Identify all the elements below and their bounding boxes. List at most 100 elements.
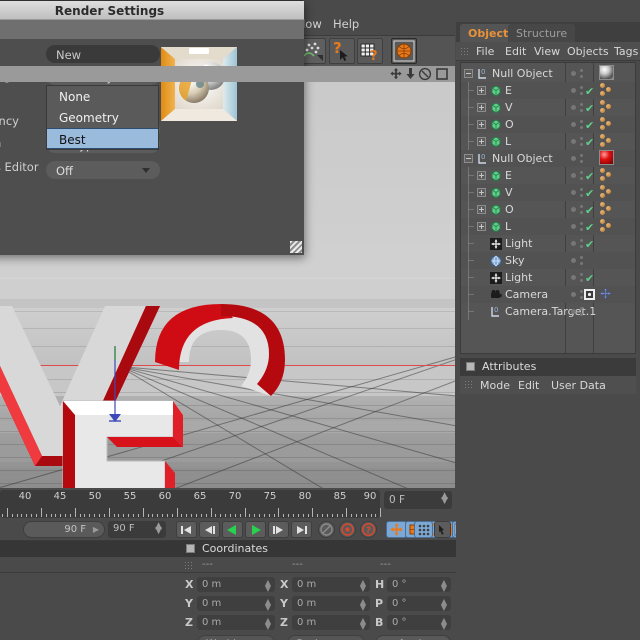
object-row[interactable]: Sky <box>461 252 636 269</box>
range-end-spinner[interactable]: ▲▼ <box>155 524 162 534</box>
expand-toggle-icon[interactable] <box>477 222 486 231</box>
position-key-icon[interactable] <box>386 521 407 538</box>
visibility-render-dot-bottom[interactable] <box>580 279 583 282</box>
coord-size-x-field[interactable]: 0 m ▲▼ <box>292 577 370 592</box>
play-forward-icon[interactable] <box>245 521 266 538</box>
coord-size-x-spinner[interactable]: ▲▼ <box>360 580 366 592</box>
attributes-menu-userdata[interactable]: User Data <box>551 379 606 392</box>
visibility-render-dot-top[interactable] <box>580 120 583 123</box>
coord-pos-x-spinner[interactable]: ▲▼ <box>265 580 271 592</box>
tag-dot-icon[interactable] <box>600 134 605 139</box>
viewport-axis-handle[interactable] <box>95 346 135 436</box>
coord-pos-y-spinner[interactable]: ▲▼ <box>265 599 271 611</box>
option-geometry[interactable]: Geometry <box>47 107 158 128</box>
preset-name-field[interactable]: New <box>46 45 160 63</box>
coord-size-z-field[interactable]: 0 m ▲▼ <box>292 615 370 630</box>
autokey-icon[interactable] <box>318 521 335 538</box>
material-tag-icon[interactable] <box>599 150 614 165</box>
visibility-render-dot-bottom[interactable] <box>580 211 583 214</box>
record-selected-icon[interactable]: ? <box>360 521 377 538</box>
coord-rot-b-spinner[interactable]: ▲▼ <box>441 618 447 630</box>
coord-pos-x-field[interactable]: 0 m ▲▼ <box>197 577 275 592</box>
visibility-render-dot-bottom[interactable] <box>580 143 583 146</box>
visibility-render-dot-bottom[interactable] <box>580 92 583 95</box>
visibility-render-dot-top[interactable] <box>580 137 583 140</box>
tag-dot-icon[interactable] <box>600 108 605 113</box>
visibility-editor-dot[interactable] <box>571 292 576 297</box>
visibility-editor-dot[interactable] <box>571 139 576 144</box>
tag-dot-icon[interactable] <box>606 138 611 143</box>
point-key-icon[interactable] <box>434 521 451 538</box>
globe-render-icon[interactable] <box>391 38 417 64</box>
tag-dot-icon[interactable] <box>600 100 605 105</box>
expand-toggle-icon[interactable] <box>477 188 486 197</box>
object-row[interactable]: L✔ <box>461 133 636 150</box>
coordinates-grip-icon[interactable] <box>184 561 193 570</box>
collapse-toggle-icon[interactable] <box>464 69 473 78</box>
visibility-render-dot-top[interactable] <box>580 86 583 89</box>
object-row[interactable]: Camera <box>461 286 636 303</box>
render-settings-dialog[interactable]: Render Settings sing rency on As Editor … <box>0 0 303 255</box>
visibility-editor-dot[interactable] <box>571 258 576 263</box>
object-row[interactable]: 0Camera.Target.1 <box>461 303 636 320</box>
tag-dot-icon[interactable] <box>600 210 605 215</box>
visibility-render-dot-bottom[interactable] <box>580 313 583 316</box>
object-row[interactable]: O✔ <box>461 201 636 218</box>
visibility-render-dot-bottom[interactable] <box>580 109 583 112</box>
visibility-editor-dot[interactable] <box>571 190 576 195</box>
enabled-check-icon[interactable]: ✔ <box>585 222 594 233</box>
visibility-render-dot-bottom[interactable] <box>580 194 583 197</box>
object-row[interactable]: 0Null Object <box>461 150 636 167</box>
expand-toggle-icon[interactable] <box>477 86 486 95</box>
visibility-editor-dot[interactable] <box>571 156 576 161</box>
visibility-editor-dot[interactable] <box>571 122 576 127</box>
visibility-editor-dot[interactable] <box>571 105 576 110</box>
tag-dot-icon[interactable] <box>600 91 605 96</box>
coordinate-mode-dropdown[interactable]: Scale <box>287 635 365 640</box>
coord-rot-h-spinner[interactable]: ▲▼ <box>441 580 447 592</box>
collapse-toggle-icon[interactable] <box>464 154 473 163</box>
visibility-render-dot-top[interactable] <box>580 171 583 174</box>
expand-toggle-icon[interactable] <box>477 205 486 214</box>
current-frame-field[interactable]: 0 F ▲▼ <box>384 491 452 509</box>
coordinates-collapse-icon[interactable] <box>186 544 195 553</box>
object-row[interactable]: V✔ <box>461 99 636 116</box>
expand-toggle-icon[interactable] <box>477 120 486 129</box>
objects-menu-edit[interactable]: Edit <box>505 45 526 58</box>
object-row[interactable]: Light✔ <box>461 269 636 286</box>
tag-dot-icon[interactable] <box>600 193 605 198</box>
step-back-icon[interactable] <box>199 521 220 538</box>
visibility-render-dot-top[interactable] <box>580 154 583 157</box>
visibility-render-dot-bottom[interactable] <box>580 177 583 180</box>
expand-toggle-icon[interactable] <box>477 137 486 146</box>
objects-menu-file[interactable]: File <box>476 45 494 58</box>
coord-pos-z-field[interactable]: 0 m ▲▼ <box>197 615 275 630</box>
tag-dot-icon[interactable] <box>600 219 605 224</box>
menu-help[interactable]: Help <box>333 17 359 31</box>
visibility-editor-dot[interactable] <box>571 224 576 229</box>
expand-toggle-icon[interactable] <box>477 103 486 112</box>
visibility-render-dot-top[interactable] <box>580 69 583 72</box>
visibility-render-dot-bottom[interactable] <box>580 75 583 78</box>
visibility-editor-dot[interactable] <box>571 71 576 76</box>
object-row[interactable]: Light✔ <box>461 235 636 252</box>
go-to-end-icon[interactable] <box>291 521 312 538</box>
visibility-editor-dot[interactable] <box>571 275 576 280</box>
visibility-render-dot-top[interactable] <box>580 290 583 293</box>
object-row[interactable]: E✔ <box>461 82 636 99</box>
coord-rot-b-field[interactable]: 0 ° ▲▼ <box>387 615 451 630</box>
coord-size-y-spinner[interactable]: ▲▼ <box>360 599 366 611</box>
visibility-editor-dot[interactable] <box>571 241 576 246</box>
current-frame-spinner[interactable]: ▲▼ <box>441 494 448 504</box>
step-forward-icon[interactable] <box>268 521 289 538</box>
coord-pos-y-field[interactable]: 0 m ▲▼ <box>197 596 275 611</box>
visibility-render-dot-bottom[interactable] <box>580 126 583 129</box>
as-editor-dropdown[interactable]: Off <box>46 161 160 179</box>
visibility-render-dot-bottom[interactable] <box>580 228 583 231</box>
object-tree[interactable]: 0Null ObjectE✔V✔O✔L✔0Null ObjectE✔V✔O✔L✔… <box>460 62 636 354</box>
apply-button[interactable]: Apply <box>375 635 451 640</box>
visibility-render-dot-top[interactable] <box>580 188 583 191</box>
objects-grip-icon[interactable] <box>460 47 469 56</box>
visibility-render-dot-top[interactable] <box>580 239 583 242</box>
table-help-icon[interactable]: ? <box>357 38 383 64</box>
